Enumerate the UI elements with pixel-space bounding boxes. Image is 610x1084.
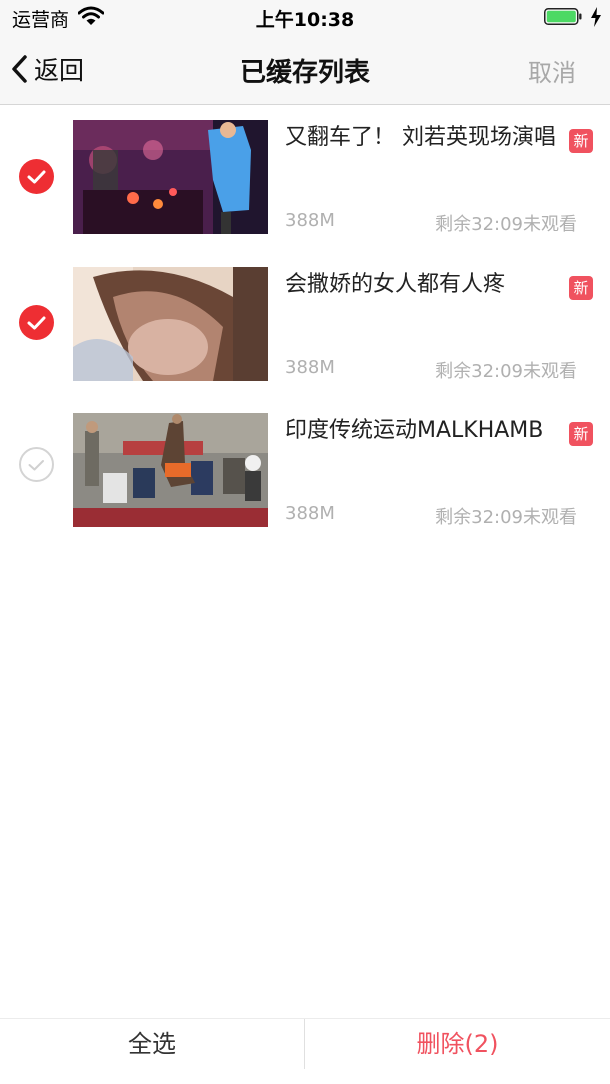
video-title[interactable]: 会撒娇的女人都有人疼 [285, 266, 563, 298]
new-badge: 新 [569, 276, 593, 300]
checkmark-icon [27, 316, 46, 330]
video-row[interactable]: 会撒娇的女人都有人疼 新 388M 剩余32:09未观看 [0, 252, 610, 398]
checkmark-icon [27, 170, 46, 184]
checkmark-icon [28, 460, 44, 471]
new-badge: 新 [569, 129, 593, 153]
unselected-checkbox[interactable] [19, 447, 54, 482]
woman-closeup-thumbnail-image [73, 267, 268, 381]
screen: 运营商 上午10:38 返回 已缓存列表 取消 又翻车了！ 刘若英现场演唱 新 … [0, 0, 610, 1084]
file-size: 388M [285, 503, 335, 524]
concert-thumbnail-image [73, 120, 268, 234]
video-title[interactable]: 又翻车了！ 刘若英现场演唱 [285, 119, 563, 151]
remaining-time: 剩余32:09未观看 [435, 214, 577, 235]
clock-label: 上午10:38 [255, 9, 355, 31]
select-all-button[interactable]: 全选 [0, 1019, 304, 1069]
gym-performance-thumbnail-image [73, 413, 268, 527]
remaining-time: 剩余32:09未观看 [435, 361, 577, 382]
new-badge: 新 [569, 422, 593, 446]
status-bar: 运营商 上午10:38 [0, 0, 610, 34]
selected-checkbox[interactable] [19, 159, 54, 194]
file-size: 388M [285, 210, 335, 231]
selected-checkbox[interactable] [19, 305, 54, 340]
delete-button[interactable]: 删除(2) [305, 1019, 610, 1069]
video-title[interactable]: 印度传统运动MALKHAMB [285, 412, 563, 444]
page-title: 已缓存列表 [239, 58, 370, 88]
nav-bar: 返回 已缓存列表 取消 [0, 34, 610, 105]
remaining-time: 剩余32:09未观看 [435, 507, 577, 528]
video-thumbnail[interactable] [73, 413, 268, 527]
cancel-button[interactable]: 取消 [528, 53, 576, 88]
charging-icon [591, 7, 601, 27]
battery-icon [544, 8, 582, 25]
video-thumbnail[interactable] [73, 120, 268, 234]
video-thumbnail[interactable] [73, 267, 268, 381]
bottom-action-bar: 全选 删除(2) [0, 1018, 610, 1084]
video-row[interactable]: 印度传统运动MALKHAMB 新 388M 剩余32:09未观看 [0, 398, 610, 544]
video-row[interactable]: 又翻车了！ 刘若英现场演唱 新 388M 剩余32:09未观看 [0, 105, 610, 251]
file-size: 388M [285, 357, 335, 378]
